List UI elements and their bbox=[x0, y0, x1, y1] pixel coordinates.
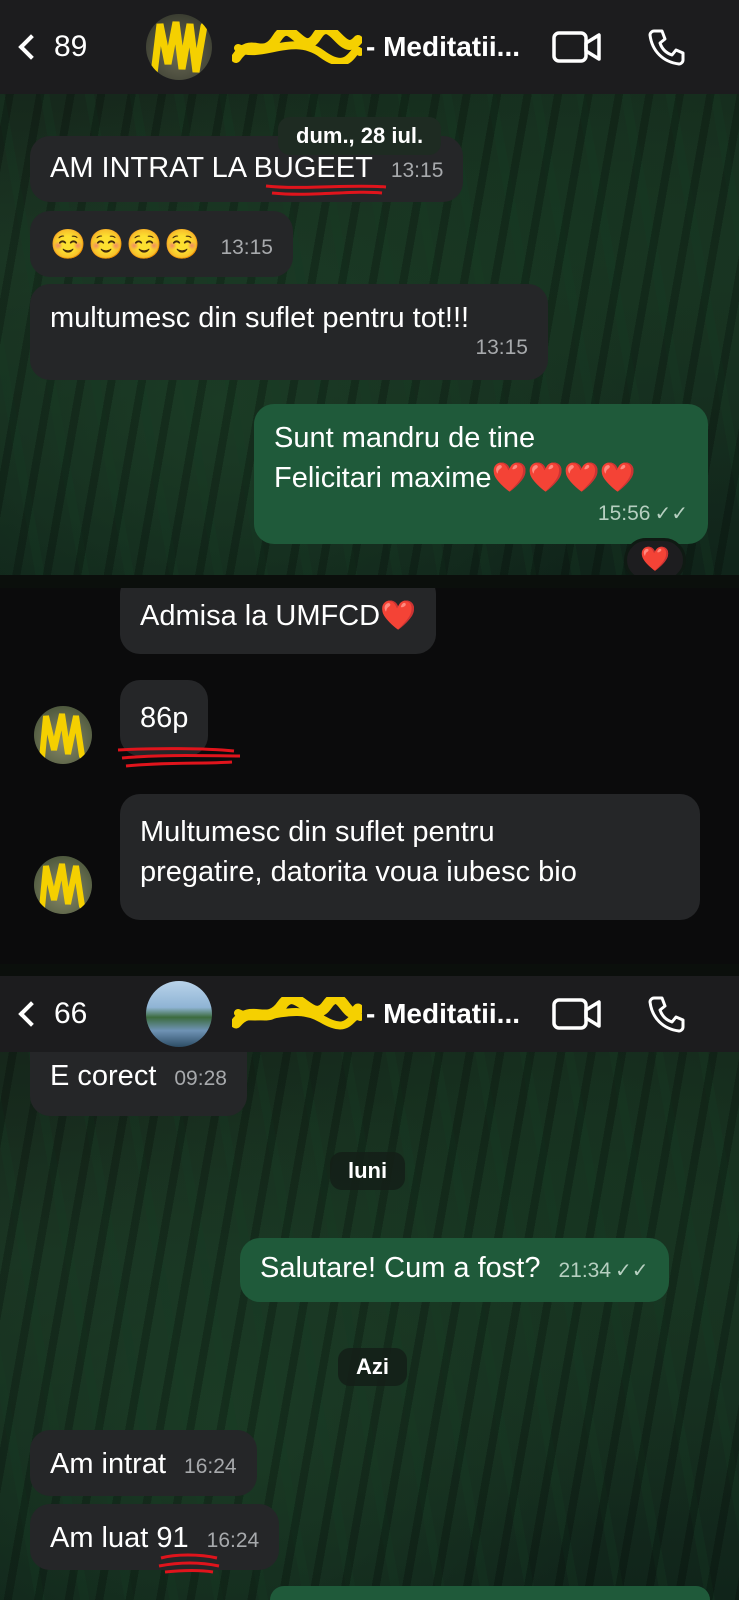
message-bubble[interactable]: ☺️☺️☺️☺️ 13:15 bbox=[30, 211, 293, 277]
message-bubble[interactable]: E corect 09:28 bbox=[30, 1052, 247, 1116]
avatar[interactable] bbox=[34, 706, 92, 764]
message-text: Salutare! Cum a fost? bbox=[260, 1252, 541, 1284]
message-time: 09:28 bbox=[174, 1067, 227, 1090]
message-bubble[interactable] bbox=[270, 1586, 710, 1600]
message-time: 13:15 bbox=[390, 159, 444, 182]
message-time: 15:56 ✓✓ bbox=[597, 502, 688, 525]
contact-name[interactable]: - Meditatii... bbox=[230, 993, 520, 1031]
message-text: Am intrat bbox=[50, 1448, 167, 1480]
message-bubble[interactable]: Multumesc din suflet pentru pregatire, d… bbox=[120, 794, 700, 920]
back-button[interactable]: 89 bbox=[14, 30, 104, 64]
message-bubble[interactable]: multumesc din suflet pentru tot!!! 13:15 bbox=[30, 284, 548, 380]
date-separator: dum., 28 iul. bbox=[278, 117, 442, 155]
message-bubble[interactable]: Sunt mandru de tine Felicitari maxime❤️❤… bbox=[254, 404, 708, 544]
date-separator: luni bbox=[330, 1152, 406, 1190]
message-bubble[interactable]: Salutare! Cum a fost? 21:34 ✓✓ bbox=[240, 1238, 669, 1302]
message-text-line: Multumesc din suflet pentru bbox=[140, 816, 495, 848]
phone-icon[interactable] bbox=[648, 995, 686, 1033]
chat-header: 89 - Meditatii... bbox=[0, 0, 739, 94]
back-button[interactable]: 66 bbox=[14, 997, 104, 1031]
yellow-scribble bbox=[150, 21, 208, 78]
avatar[interactable] bbox=[146, 981, 212, 1047]
redacted-name bbox=[231, 24, 364, 66]
message-bubble[interactable]: Admisa la UMFCD❤️ bbox=[120, 588, 437, 654]
chat-panel-3: 66 - Meditatii... E corect 09:28 luni Sal… bbox=[0, 976, 739, 1600]
chevron-left-icon bbox=[18, 34, 44, 60]
date-separator: Azi bbox=[338, 1348, 407, 1386]
heart-reaction[interactable]: ❤️ bbox=[624, 538, 686, 575]
title-suffix: - Meditatii... bbox=[366, 998, 520, 1029]
message-text: E corect bbox=[50, 1060, 157, 1092]
title-suffix: - Meditatii... bbox=[366, 31, 520, 62]
chat-header: 66 - Meditatii... bbox=[0, 976, 739, 1052]
message-bubble[interactable]: Am intrat 16:24 bbox=[30, 1430, 257, 1496]
red-underline-mark bbox=[117, 747, 241, 768]
redacted-name bbox=[230, 993, 364, 1031]
message-time: 13:15 bbox=[475, 336, 528, 359]
red-underline-mark bbox=[158, 1553, 220, 1574]
message-text: ☺️☺️☺️☺️ bbox=[50, 229, 203, 261]
message-time: 16:24 bbox=[206, 1529, 260, 1552]
chat-panel-2: Admisa la UMFCD❤️ 86p Multumesc din sufl… bbox=[0, 588, 739, 964]
message-text: multumesc din suflet pentru tot!!! bbox=[50, 302, 470, 334]
video-call-icon[interactable] bbox=[552, 997, 602, 1031]
message-time: 21:34 ✓✓ bbox=[558, 1259, 649, 1282]
message-time: 13:15 bbox=[220, 236, 273, 259]
message-text-line: Felicitari maxime❤️❤️❤️❤️ bbox=[274, 462, 636, 494]
contact-name[interactable]: - Meditatii... bbox=[231, 24, 520, 66]
video-call-icon[interactable] bbox=[552, 30, 602, 64]
chevron-left-icon bbox=[18, 1001, 44, 1027]
message-text-line: Sunt mandru de tine bbox=[274, 422, 536, 454]
message-text: 86p bbox=[140, 702, 189, 734]
double-check-icon: ✓✓ bbox=[615, 1260, 649, 1282]
chat-panel-1: 89 - Meditatii... AM INTRAT LA BUGEET 13: bbox=[0, 0, 739, 575]
message-text: Admisa la UMFCD❤️ bbox=[140, 600, 417, 632]
avatar[interactable] bbox=[146, 14, 212, 80]
message-time: 16:24 bbox=[184, 1455, 237, 1478]
avatar[interactable] bbox=[34, 856, 92, 914]
red-underline-mark bbox=[265, 184, 387, 196]
unread-count: 66 bbox=[54, 997, 88, 1030]
phone-icon[interactable] bbox=[648, 28, 686, 66]
double-check-icon: ✓✓ bbox=[654, 503, 688, 525]
unread-count: 89 bbox=[54, 30, 88, 63]
message-text-line: pregatire, datorita voua iubesc bio bbox=[140, 856, 577, 888]
